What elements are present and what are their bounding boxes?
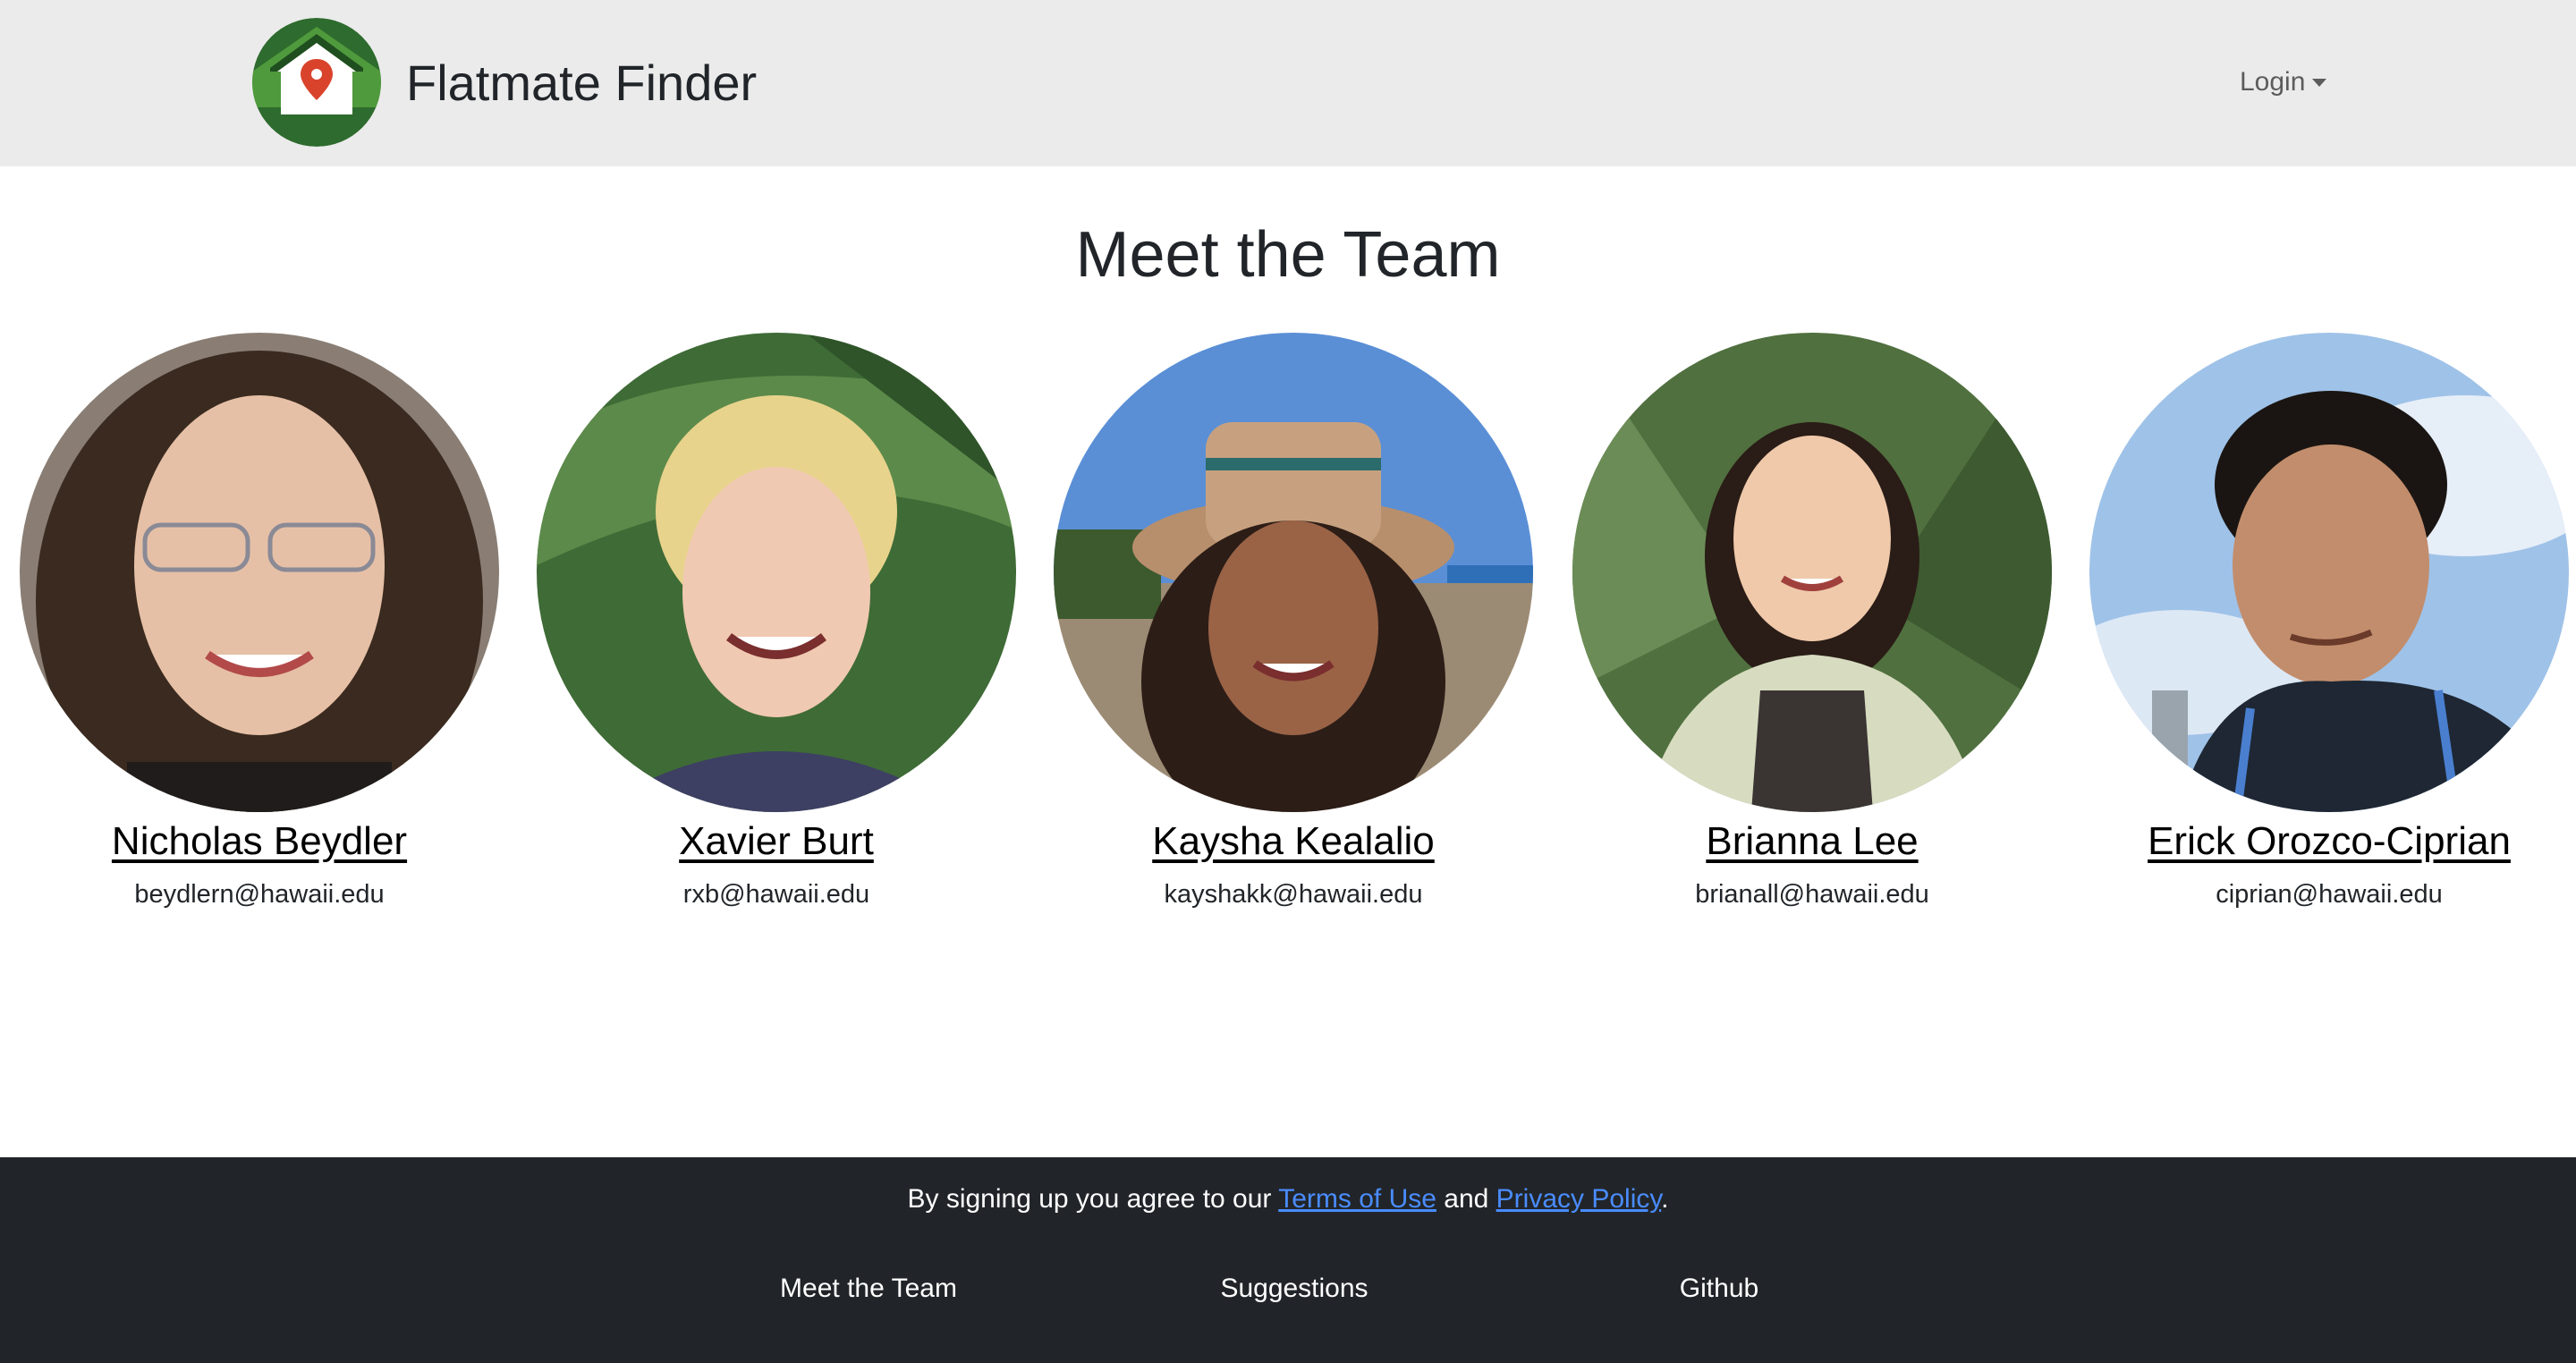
- team-member-card: Kaysha Kealalio kayshakk@hawaii.edu: [1034, 333, 1553, 910]
- agree-prefix: By signing up you agree to our: [907, 1184, 1279, 1214]
- member-email: ciprian@hawaii.edu: [2216, 880, 2443, 909]
- page-title: Meet the Team: [1075, 219, 1501, 291]
- login-dropdown[interactable]: Login: [2240, 63, 2327, 102]
- member-name-link[interactable]: Xavier Burt: [679, 819, 874, 864]
- navbar: Flatmate Finder Login: [0, 0, 2576, 166]
- login-label: Login: [2240, 67, 2306, 97]
- member-email: rxb@hawaii.edu: [682, 880, 870, 909]
- member-photo: [20, 333, 499, 812]
- terms-of-use-link[interactable]: Terms of Use: [1278, 1184, 1436, 1214]
- period-text: .: [1661, 1184, 1669, 1214]
- terms-notice: By signing up you agree to our Terms of …: [0, 1184, 2576, 1215]
- team-member-card: Nicholas Beydler beydlern@hawaii.edu: [0, 333, 519, 910]
- and-text: and: [1436, 1184, 1496, 1214]
- member-name-link[interactable]: Nicholas Beydler: [112, 819, 407, 864]
- team-member-card: Brianna Lee brianall@hawaii.edu: [1553, 333, 2072, 910]
- house-pin-logo-icon: [252, 18, 381, 147]
- member-photo: [1054, 333, 1533, 812]
- brand-link[interactable]: Flatmate Finder: [252, 18, 757, 147]
- footer-link-meet-the-team[interactable]: Meet the Team: [780, 1274, 957, 1304]
- member-name-link[interactable]: Erick Orozco-Ciprian: [2148, 819, 2511, 864]
- member-photo: [1572, 333, 2052, 812]
- brand-title: Flatmate Finder: [406, 54, 758, 111]
- member-name-link[interactable]: Kaysha Kealalio: [1152, 819, 1435, 864]
- caret-down-icon: [2312, 78, 2327, 87]
- team-member-card: Xavier Burt rxb@hawaii.edu: [517, 333, 1036, 910]
- privacy-policy-link[interactable]: Privacy Policy: [1496, 1184, 1661, 1214]
- member-photo: [537, 333, 1016, 812]
- member-email: beydlern@hawaii.edu: [134, 880, 385, 909]
- footer-link-github[interactable]: Github: [1680, 1274, 1758, 1304]
- team-member-card: Erick Orozco-Ciprian ciprian@hawaii.edu: [2070, 333, 2576, 910]
- footer: By signing up you agree to our Terms of …: [0, 1157, 2576, 1363]
- footer-link-suggestions[interactable]: Suggestions: [1220, 1274, 1368, 1304]
- member-name-link[interactable]: Brianna Lee: [1706, 819, 1918, 864]
- member-email: kayshakk@hawaii.edu: [1164, 880, 1423, 909]
- member-email: brianall@hawaii.edu: [1695, 880, 1929, 909]
- member-photo: [2089, 333, 2569, 812]
